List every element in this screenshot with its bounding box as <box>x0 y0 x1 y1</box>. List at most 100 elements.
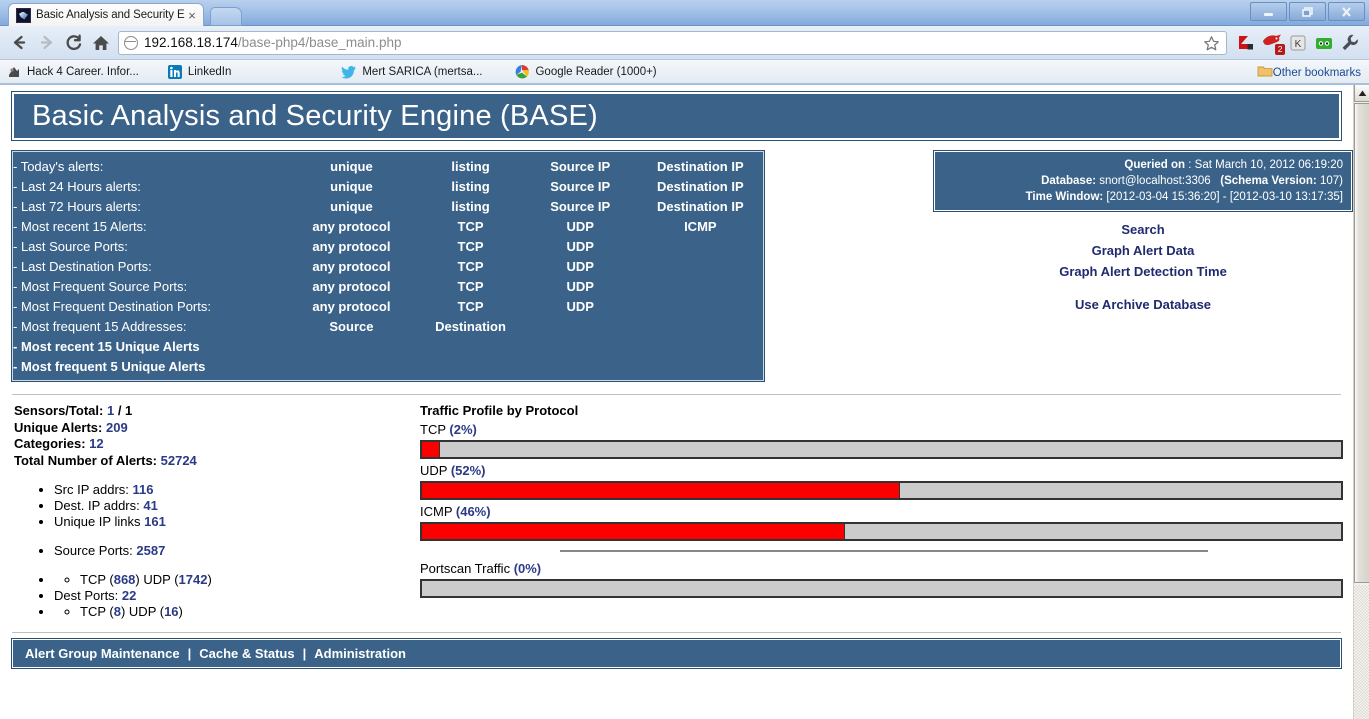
src-ip-value[interactable]: 116 <box>133 482 154 497</box>
menu-cell[interactable]: Source IP <box>523 176 638 196</box>
search-link[interactable]: Search <box>934 219 1352 240</box>
close-button[interactable] <box>1328 2 1365 21</box>
menu-cell[interactable]: TCP <box>418 216 522 236</box>
menu-cell[interactable]: unique <box>285 176 419 196</box>
menu-link[interactable]: Destination IP <box>657 159 744 174</box>
menu-cell[interactable]: UDP <box>523 236 638 256</box>
menu-cell[interactable]: TCP <box>418 236 522 256</box>
menu-link[interactable]: Source IP <box>550 159 610 174</box>
menu-link[interactable]: UDP <box>566 279 593 294</box>
menu-link[interactable]: listing <box>451 199 489 214</box>
menu-link[interactable]: any protocol <box>312 259 390 274</box>
menu-cell[interactable]: UDP <box>523 216 638 236</box>
graph-alert-detection-time-link[interactable]: Graph Alert Detection Time <box>934 261 1352 282</box>
browser-tab[interactable]: Basic Analysis and Security En × <box>8 3 204 26</box>
menu-cell[interactable]: Destination IP <box>638 196 763 216</box>
menu-link[interactable]: UDP <box>566 259 593 274</box>
scrollbar-track[interactable] <box>1354 585 1369 719</box>
menu-link[interactable]: TCP <box>458 219 484 234</box>
menu-row-link[interactable]: - Most frequent 5 Unique Alerts <box>13 359 205 374</box>
cache-and-status-link[interactable]: Cache & Status <box>199 646 294 661</box>
robot-green-extension-icon[interactable] <box>1311 30 1337 56</box>
menu-cell[interactable]: TCP <box>418 256 522 276</box>
minimize-button[interactable] <box>1250 2 1287 21</box>
menu-cell[interactable]: TCP <box>418 296 522 316</box>
back-button[interactable] <box>6 30 33 56</box>
unique-links-value[interactable]: 161 <box>144 514 166 529</box>
menu-cell[interactable]: any protocol <box>285 296 419 316</box>
menu-cell[interactable]: any protocol <box>285 236 419 256</box>
menu-link[interactable]: unique <box>330 159 373 174</box>
menu-cell[interactable]: Destination <box>418 316 522 336</box>
scrollbar-thumb[interactable] <box>1354 103 1369 583</box>
source-ports-value[interactable]: 2587 <box>136 543 165 558</box>
menu-link[interactable]: TCP <box>458 239 484 254</box>
menu-link[interactable]: TCP <box>458 279 484 294</box>
total-alerts-value[interactable]: 52724 <box>161 453 197 468</box>
menu-link[interactable]: unique <box>330 179 373 194</box>
menu-link[interactable]: Source <box>329 319 373 334</box>
dest-ip-value[interactable]: 41 <box>143 498 157 513</box>
menu-cell[interactable]: Source <box>285 316 419 336</box>
menu-cell[interactable]: Destination IP <box>638 156 763 176</box>
menu-link[interactable]: UDP <box>566 239 593 254</box>
menu-row-link[interactable]: - Most recent 15 Unique Alerts <box>13 339 200 354</box>
menu-cell[interactable]: unique <box>285 156 419 176</box>
graph-alert-data-link[interactable]: Graph Alert Data <box>934 240 1352 261</box>
page-info-icon[interactable] <box>124 35 138 50</box>
sensors-value[interactable]: 1 <box>107 403 114 418</box>
vertical-scrollbar[interactable] <box>1353 85 1369 719</box>
menu-cell[interactable]: any protocol <box>285 276 419 296</box>
address-bar[interactable]: 192.168.18.174/base-php4/base_main.php <box>118 30 1227 55</box>
kaspersky-extension-icon[interactable] <box>1233 30 1259 56</box>
dest-udp-value[interactable]: 16 <box>164 604 178 619</box>
unique-alerts-value[interactable]: 209 <box>106 420 128 435</box>
menu-link[interactable]: Source IP <box>550 179 610 194</box>
menu-cell[interactable]: UDP <box>523 276 638 296</box>
menu-cell[interactable]: UDP <box>523 296 638 316</box>
menu-cell[interactable]: Destination IP <box>638 176 763 196</box>
use-archive-database-link[interactable]: Use Archive Database <box>934 294 1352 315</box>
menu-link[interactable]: ICMP <box>684 219 717 234</box>
new-tab-button[interactable] <box>210 7 242 26</box>
menu-cell[interactable]: unique <box>285 196 419 216</box>
menu-link[interactable]: Destination <box>435 319 506 334</box>
menu-link[interactable]: Source IP <box>550 199 610 214</box>
menu-link[interactable]: Destination IP <box>657 199 744 214</box>
menu-link[interactable]: unique <box>330 199 373 214</box>
bookmark-linkedin[interactable]: LinkedIn <box>167 64 231 80</box>
source-udp-value[interactable]: 1742 <box>179 572 208 587</box>
wrench-menu-icon[interactable] <box>1337 30 1363 56</box>
menu-link[interactable]: any protocol <box>312 299 390 314</box>
menu-link[interactable]: TCP <box>458 299 484 314</box>
restore-button[interactable] <box>1289 2 1326 21</box>
categories-value[interactable]: 12 <box>89 436 103 451</box>
menu-cell[interactable]: Source IP <box>523 156 638 176</box>
menu-cell[interactable]: listing <box>418 196 522 216</box>
keyboard-k-extension-icon[interactable]: K <box>1285 30 1311 56</box>
menu-link[interactable]: UDP <box>566 299 593 314</box>
menu-cell[interactable]: any protocol <box>285 216 419 236</box>
menu-link[interactable]: Destination IP <box>657 179 744 194</box>
reload-button[interactable] <box>60 30 87 56</box>
menu-cell[interactable]: TCP <box>418 276 522 296</box>
menu-link[interactable]: listing <box>451 159 489 174</box>
dest-ports-value[interactable]: 22 <box>122 588 136 603</box>
menu-link[interactable]: any protocol <box>312 279 390 294</box>
source-tcp-value[interactable]: 868 <box>114 572 136 587</box>
tab-close-icon[interactable]: × <box>185 9 199 22</box>
menu-link[interactable]: any protocol <box>312 239 390 254</box>
scroll-up-arrow-icon[interactable] <box>1354 85 1369 102</box>
adblock-bird-extension-icon[interactable]: 2 <box>1259 30 1285 56</box>
home-button[interactable] <box>87 30 114 56</box>
menu-link[interactable]: listing <box>451 179 489 194</box>
bookmark-twitter-mert-sarica[interactable]: Mert SARICA (mertsa... <box>341 64 482 80</box>
menu-cell[interactable]: listing <box>418 156 522 176</box>
dest-tcp-value[interactable]: 8 <box>114 604 121 619</box>
other-bookmarks-button[interactable]: Other bookmarks <box>1257 63 1361 82</box>
forward-button[interactable] <box>33 30 60 56</box>
bookmark-hack4career[interactable]: Hack 4 Career. Infor... <box>6 64 139 80</box>
menu-row-label[interactable]: - Most frequent 5 Unique Alerts <box>13 356 285 376</box>
menu-cell[interactable]: UDP <box>523 256 638 276</box>
administration-link[interactable]: Administration <box>314 646 406 661</box>
